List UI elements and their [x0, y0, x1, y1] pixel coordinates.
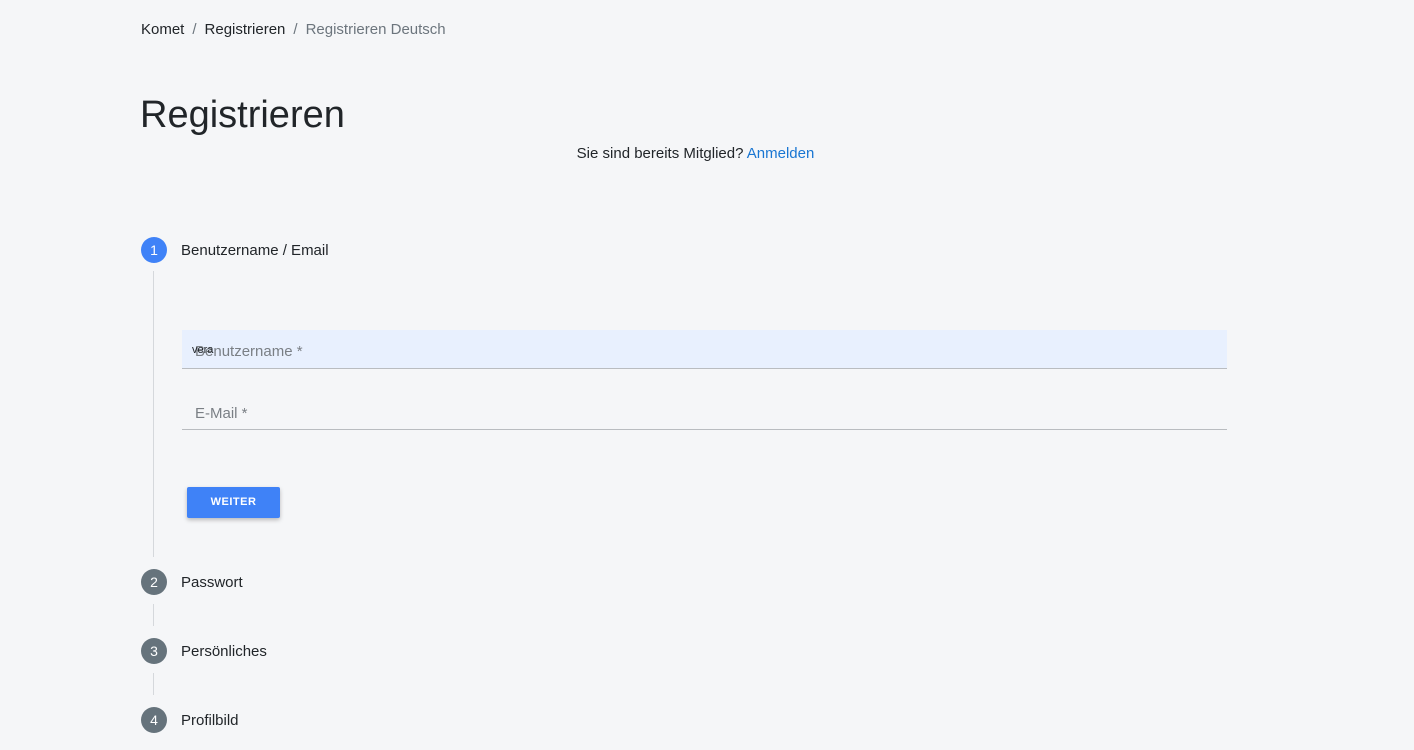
breadcrumb-separator: /: [192, 21, 197, 38]
email-field[interactable]: E-Mail *: [182, 392, 1227, 430]
login-link[interactable]: Anmelden: [747, 145, 815, 162]
step-4-label[interactable]: Profilbild: [181, 711, 239, 731]
breadcrumb-item-komet[interactable]: Komet: [141, 20, 184, 40]
step-1-label[interactable]: Benutzername / Email: [181, 241, 329, 261]
member-prompt-text: Sie sind bereits Mitglied?: [576, 145, 744, 162]
page-title: Registrieren: [140, 94, 345, 136]
breadcrumb-separator: /: [293, 21, 298, 38]
step-4-number: 4: [141, 707, 167, 733]
step-2-number: 2: [141, 569, 167, 595]
username-field[interactable]: Benutzername * vera: [182, 330, 1227, 369]
member-prompt: Sie sind bereits Mitglied? Anmelden: [0, 144, 1391, 164]
step-3-number: 3: [141, 638, 167, 664]
step-connector: [153, 604, 154, 626]
step-connector: [153, 271, 154, 557]
username-value: vera: [192, 344, 214, 356]
register-page: Komet / Registrieren / Registrieren Deut…: [0, 0, 1414, 750]
step-2-label[interactable]: Passwort: [181, 573, 243, 593]
breadcrumb-item-current: Registrieren Deutsch: [305, 21, 446, 38]
next-button[interactable]: WEITER: [187, 487, 280, 518]
step-1-number: 1: [141, 237, 167, 263]
breadcrumb: Komet / Registrieren / Registrieren Deut…: [141, 20, 446, 40]
breadcrumb-item-registrieren[interactable]: Registrieren: [205, 20, 286, 40]
step-3-label[interactable]: Persönliches: [181, 642, 267, 662]
email-placeholder: E-Mail *: [195, 405, 248, 422]
step-connector: [153, 673, 154, 695]
